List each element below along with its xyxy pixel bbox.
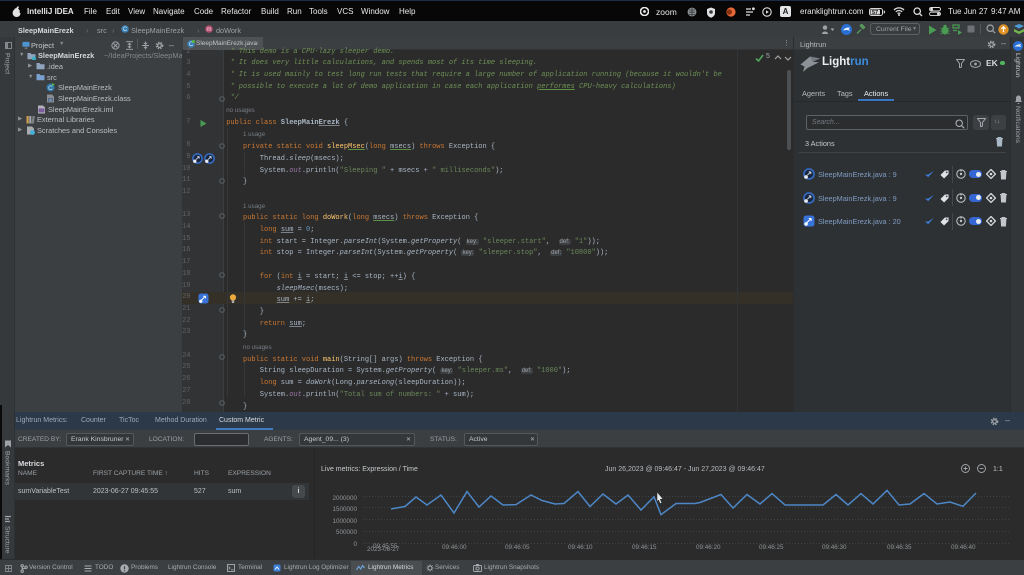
svg-text:c: c (50, 97, 52, 102)
svg-text:C: C (123, 27, 128, 33)
svg-text:m: m (207, 27, 212, 33)
svg-text:57: 57 (872, 10, 878, 16)
svg-text:C: C (48, 85, 53, 92)
